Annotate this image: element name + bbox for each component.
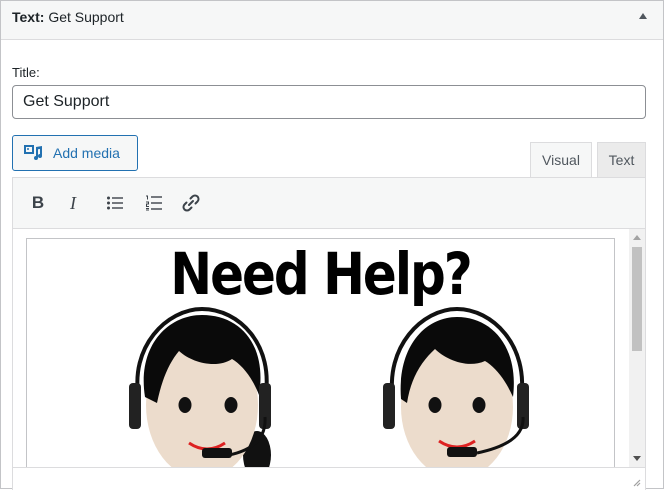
image-heading: Need Help? [170, 241, 473, 308]
link-icon [182, 194, 200, 212]
insert-link-button[interactable] [178, 190, 204, 216]
need-help-image[interactable]: Need Help? [26, 238, 615, 467]
numbered-list-icon [146, 195, 162, 211]
bulleted-list-icon [107, 196, 123, 210]
scroll-thumb[interactable] [632, 247, 642, 351]
numbered-list-button[interactable] [141, 190, 167, 216]
tab-text[interactable]: Text [597, 142, 646, 177]
tab-text-label: Text [608, 152, 635, 168]
editor-statusbar [13, 467, 645, 490]
resize-handle-icon[interactable] [631, 477, 641, 487]
scroll-up-arrow-icon[interactable] [633, 235, 641, 240]
tab-visual[interactable]: Visual [530, 142, 592, 177]
support-agent-left [129, 307, 271, 467]
editor-scrollbar[interactable] [629, 229, 645, 467]
widget-type-label: Text: [12, 9, 45, 25]
editor-content-area[interactable]: Need Help? [13, 229, 645, 467]
widget-title: Text: Get Support [12, 9, 124, 25]
add-media-label: Add media [53, 145, 120, 161]
text-widget: Text: Get Support Title: Add media Visua… [0, 0, 664, 490]
italic-icon: I [70, 192, 76, 213]
bulleted-list-button[interactable] [102, 190, 128, 216]
collapse-toggle-icon[interactable] [639, 13, 647, 19]
scroll-down-arrow-icon[interactable] [633, 456, 641, 461]
bold-icon: B [31, 193, 45, 212]
tab-visual-label: Visual [542, 152, 580, 168]
support-agent-right [383, 307, 529, 467]
rich-text-editor: B I Need Help? [12, 177, 646, 490]
editor-toolbar: B I [13, 178, 645, 229]
add-media-button[interactable]: Add media [12, 135, 138, 171]
title-field-label: Title: [12, 65, 40, 80]
widget-header[interactable]: Text: Get Support [1, 1, 663, 40]
italic-button[interactable]: I [60, 190, 86, 216]
bold-button[interactable]: B [25, 190, 51, 216]
widget-name-label: Get Support [48, 9, 124, 25]
add-media-icon [24, 145, 42, 160]
title-input[interactable] [12, 85, 646, 119]
